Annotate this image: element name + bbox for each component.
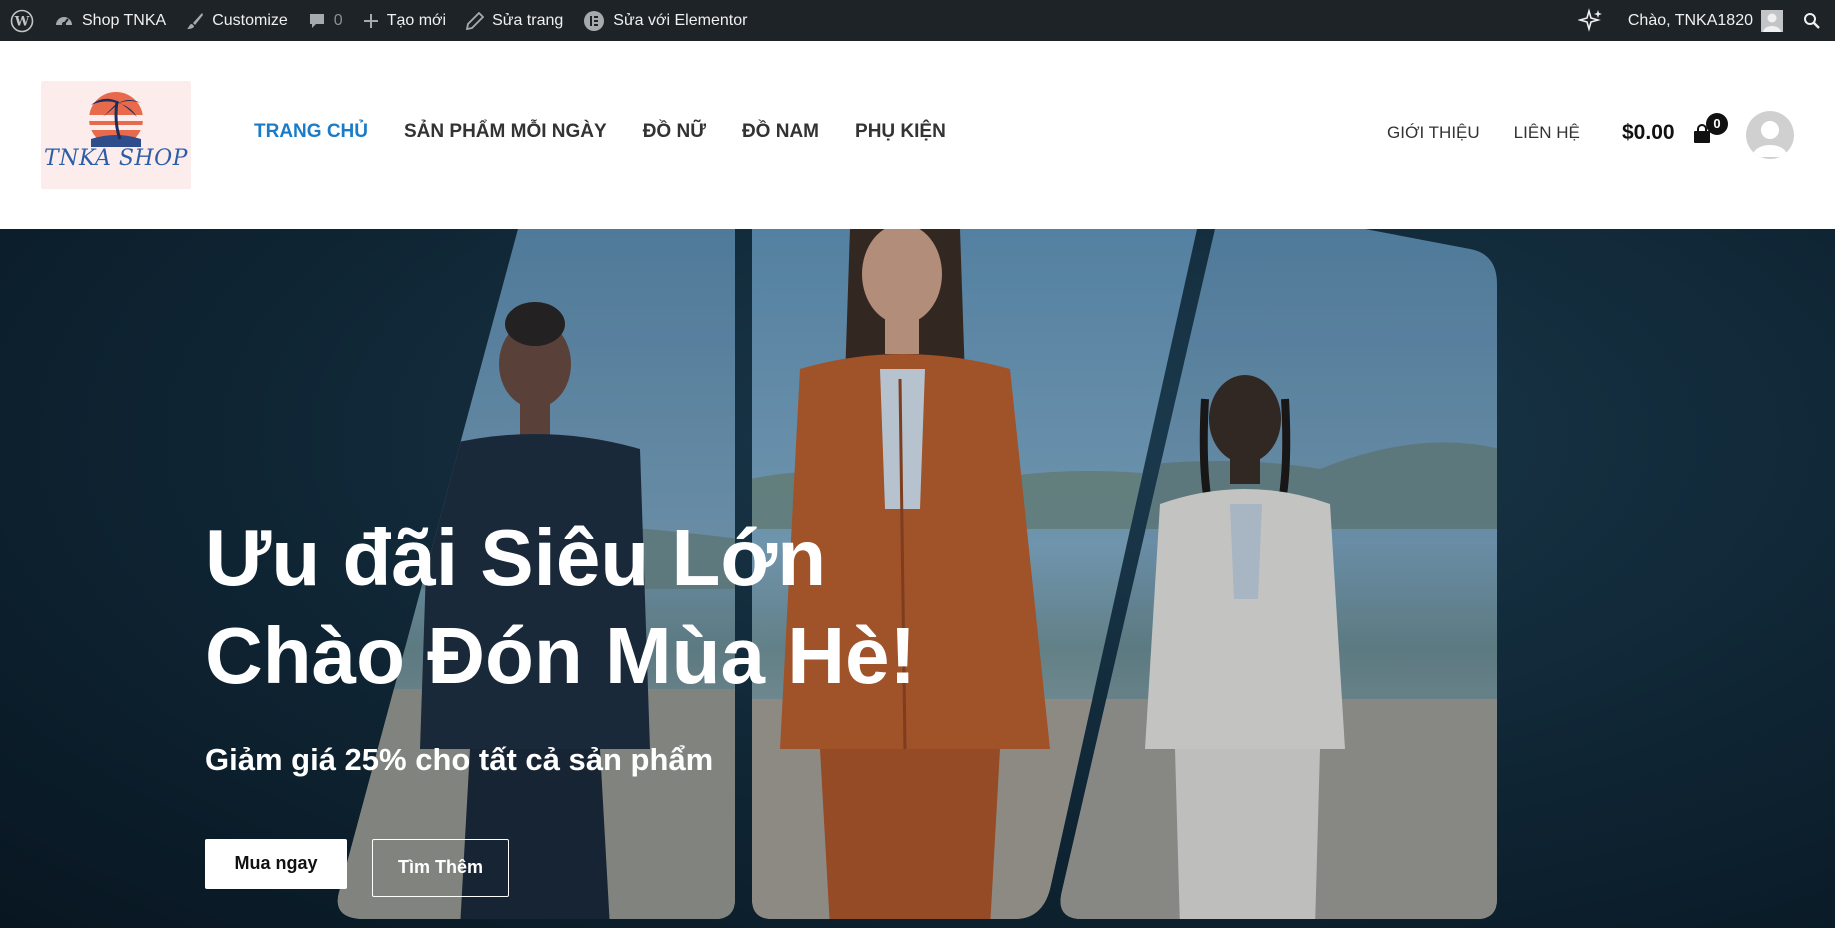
secondary-navigation: GIỚI THIỆU LIÊN HỆ [1387,123,1580,143]
hero-banner: Ưu đãi Siêu Lớn Chào Đón Mùa Hè! Giảm gi… [0,229,1835,928]
wordpress-logo-icon[interactable]: W [0,0,44,41]
greeting-text: Chào, TNKA1820 [1627,11,1753,29]
plus-icon [363,13,378,28]
cart-total[interactable]: $0.00 [1622,121,1675,145]
edit-page-link[interactable]: Sửa trang [456,0,573,41]
elementor-icon [584,10,605,31]
nav-item-accessories[interactable]: PHỤ KIỆN [855,121,946,143]
buy-now-button[interactable]: Mua ngay [205,839,347,889]
nav-item-home[interactable]: TRANG CHỦ [254,121,368,143]
cart-count-badge: 0 [1706,113,1728,135]
elementor-label: Sửa với Elementor [613,11,748,29]
ai-sparkle-icon[interactable] [1568,0,1614,41]
palm-sunset-icon [89,92,143,147]
comments-link[interactable]: 0 [298,0,353,41]
dashboard-icon [56,16,72,26]
learn-more-button[interactable]: Tìm Thêm [372,839,509,897]
svg-text:W: W [14,14,30,29]
hero-subtitle: Giảm giá 25% cho tất cả sản phẩm [205,742,714,777]
site-logo[interactable]: TNKA SHOP [41,81,191,189]
hero-title-line-2: Chào Đón Mùa Hè! [205,611,917,700]
new-content-menu[interactable]: Tạo mới [353,0,456,41]
pencil-icon [466,11,485,30]
nav-item-contact[interactable]: LIÊN HỆ [1514,123,1580,143]
nav-item-daily-products[interactable]: SẢN PHẨM MỖI NGÀY [404,121,607,143]
nav-item-mens[interactable]: ĐỒ NAM [742,121,819,143]
edit-page-label: Sửa trang [492,11,564,29]
user-avatar[interactable] [1746,111,1794,159]
admin-bar: W Shop TNKA Customize 0 Tạo mới Sửa tran… [0,0,1835,41]
admin-site-name: Shop TNKA [82,11,167,29]
admin-site-link[interactable]: Shop TNKA [44,0,176,41]
brush-icon [187,12,204,29]
elementor-edit-link[interactable]: Sửa với Elementor [573,0,757,41]
comments-count: 0 [333,11,343,29]
account-menu[interactable]: Chào, TNKA1820 [1614,0,1793,41]
customize-link[interactable]: Customize [176,0,298,41]
new-label: Tạo mới [386,11,447,29]
customize-label: Customize [212,11,288,29]
nav-item-womens[interactable]: ĐỒ NỮ [643,121,706,143]
hero-title: Ưu đãi Siêu Lớn Chào Đón Mùa Hè! [205,509,1105,705]
nav-item-about[interactable]: GIỚI THIỆU [1387,123,1480,143]
hero-title-line-1: Ưu đãi Siêu Lớn [205,513,827,602]
site-header: TNKA SHOP TRANG CHỦ SẢN PHẨM MỖI NGÀY ĐỒ… [0,41,1835,229]
logo-text: TNKA SHOP [44,146,188,171]
search-icon[interactable] [1793,0,1835,41]
user-avatar-small [1761,9,1783,32]
comment-icon [309,13,324,28]
main-navigation: TRANG CHỦ SẢN PHẨM MỖI NGÀY ĐỒ NỮ ĐỒ NAM… [254,121,946,143]
